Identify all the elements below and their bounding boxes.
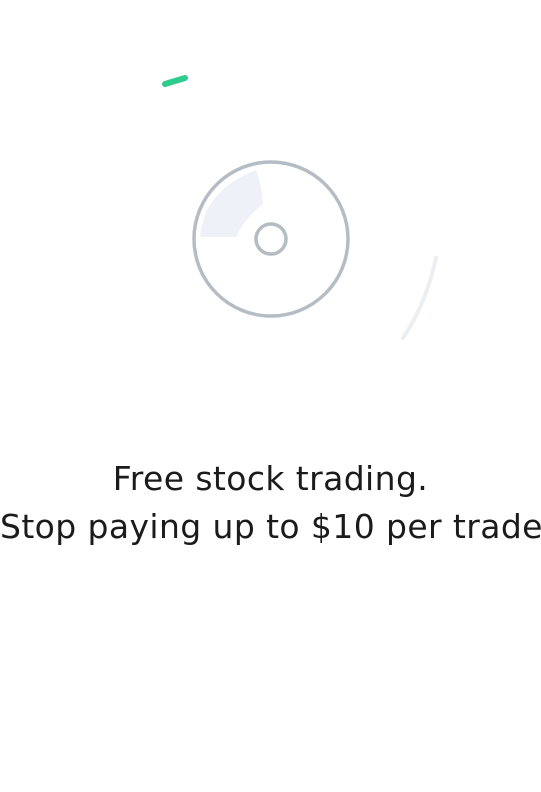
disc-center-hole <box>254 222 288 256</box>
headline-text: Free stock trading. <box>112 459 429 498</box>
onboarding-screen: Free stock trading. Stop paying up to $1… <box>0 0 541 792</box>
onboarding-tagline: Free stock trading. Stop paying up to $1… <box>0 455 541 551</box>
disc-highlight <box>200 170 263 237</box>
disc-icon <box>192 160 350 318</box>
green-dash-icon <box>162 75 188 87</box>
subheadline-text: Stop paying up to $10 per trade. <box>0 507 541 546</box>
motion-arc-icon <box>401 256 438 340</box>
hero-illustration <box>162 75 438 340</box>
